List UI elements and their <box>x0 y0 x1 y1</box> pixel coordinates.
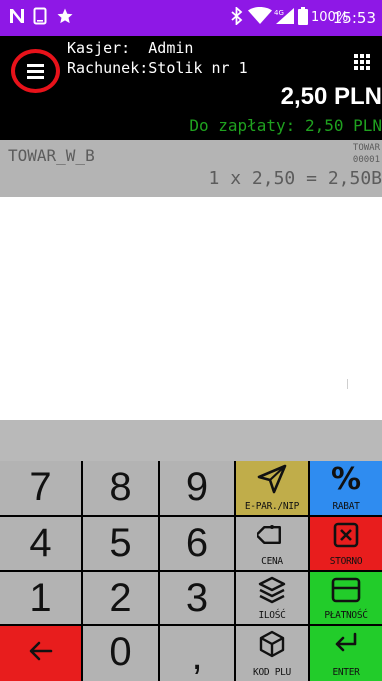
storno-button[interactable]: STORNO <box>310 517 382 570</box>
key-5[interactable]: 5 <box>83 517 158 570</box>
key-comma[interactable]: , <box>160 626 234 681</box>
ilosc-label: ILOŚĆ <box>258 610 286 621</box>
key-1[interactable]: 1 <box>0 572 81 624</box>
item-code-prefix: TOWAR <box>352 143 380 153</box>
enter-button[interactable]: ENTER <box>310 626 382 681</box>
item-name: TOWAR_W_B <box>8 146 95 165</box>
price-tag-icon <box>236 520 308 550</box>
platnosc-label: PŁATNOŚĆ <box>324 610 368 621</box>
key-2[interactable]: 2 <box>83 572 158 624</box>
arrow-left-icon <box>0 636 81 666</box>
item-sum: 2,50B <box>327 168 382 189</box>
menu-button[interactable] <box>11 49 60 93</box>
status-bar: 4G 100% 15:53 <box>0 0 382 36</box>
item-price: 2,50 <box>251 168 296 189</box>
screenshot-icon <box>33 7 47 31</box>
enter-arrow-icon <box>310 629 382 659</box>
backspace-button[interactable] <box>0 626 81 681</box>
item-times: x <box>230 168 242 189</box>
key-comma-label: , <box>191 634 203 678</box>
rabat-label: RABAT <box>332 501 360 512</box>
key-3[interactable]: 3 <box>160 572 234 624</box>
e-par-nip-label: E-PAR./NIP <box>244 501 300 512</box>
key-4[interactable]: 4 <box>0 517 81 570</box>
key-8[interactable]: 8 <box>83 461 158 515</box>
percent-icon: % <box>330 461 362 497</box>
clock: 15:53 <box>332 9 376 27</box>
receipt-items-list[interactable] <box>0 197 382 420</box>
cancel-box-icon <box>310 520 382 550</box>
key-0-label: 0 <box>109 630 132 674</box>
kod-plu-button[interactable]: KOD PLU <box>236 626 308 681</box>
cena-button[interactable]: CENA <box>236 517 308 570</box>
key-4-label: 4 <box>29 521 52 565</box>
key-9-label: 9 <box>185 465 209 509</box>
scroll-indicator <box>347 379 348 389</box>
cena-label: CENA <box>261 556 283 567</box>
battery-icon <box>298 7 308 31</box>
rabat-button[interactable]: % RABAT <box>310 461 382 515</box>
grid-icon[interactable] <box>354 54 370 70</box>
wifi-icon <box>248 7 272 31</box>
amount-to-pay: Do zapłaty: 2,50 PLN <box>189 116 382 135</box>
item-quantity: 1 <box>208 168 220 189</box>
item-equals: = <box>306 168 317 189</box>
key-5-label: 5 <box>109 521 132 565</box>
box-icon <box>236 629 308 659</box>
send-icon <box>236 464 308 494</box>
key-2-label: 2 <box>109 576 132 620</box>
kod-plu-label: KOD PLU <box>253 667 291 678</box>
key-6-label: 6 <box>185 521 209 565</box>
n-notification-icon <box>8 7 26 31</box>
keypad: 7 8 9 E-PAR./NIP % RABAT 4 5 6 CENA STOR… <box>0 461 382 681</box>
ilosc-button[interactable]: ILOŚĆ <box>236 572 308 624</box>
enter-label: ENTER <box>332 667 360 678</box>
pos-header: Kasjer: Admin Rachunek:Stolik nr 1 2,50 … <box>0 36 382 140</box>
e-par-nip-button[interactable]: E-PAR./NIP <box>236 461 308 515</box>
cashier-label: Kasjer: <box>67 39 131 57</box>
cashier-info: Kasjer: Admin <box>67 39 193 57</box>
key-1-label: 1 <box>29 576 52 620</box>
network-type: 4G <box>274 9 284 17</box>
storno-label: STORNO <box>329 556 363 567</box>
signal-icon: 4G <box>274 7 296 31</box>
cashier-name: Admin <box>148 39 194 57</box>
item-calculation: 1 x 2,50 = 2,50B <box>209 168 382 189</box>
credit-card-icon <box>310 575 382 605</box>
key-6[interactable]: 6 <box>160 517 234 570</box>
key-8-label: 8 <box>109 465 132 509</box>
key-0[interactable]: 0 <box>83 626 158 681</box>
key-7[interactable]: 7 <box>0 461 81 515</box>
key-7-label: 7 <box>29 465 52 509</box>
receipt-label: Rachunek: <box>67 59 149 77</box>
item-code-number: 00001 <box>352 155 380 165</box>
to-pay-label: Do zapłaty: <box>189 116 296 135</box>
layers-icon <box>236 575 308 605</box>
bluetooth-icon <box>230 5 244 31</box>
receipt-item-row[interactable]: TOWAR_W_B TOWAR 00001 1 x 2,50 = 2,50B <box>0 140 382 197</box>
input-display[interactable] <box>0 420 382 461</box>
receipt-info: Rachunek:Stolik nr 1 <box>67 59 248 77</box>
platnosc-button[interactable]: PŁATNOŚĆ <box>310 572 382 624</box>
receipt-total: 2,50 PLN <box>280 83 382 110</box>
receipt-name: Stolik nr 1 <box>148 59 248 77</box>
to-pay-value: 2,50 PLN <box>304 116 382 135</box>
key-3-label: 3 <box>185 576 209 620</box>
star-icon <box>56 7 74 31</box>
key-9[interactable]: 9 <box>160 461 234 515</box>
